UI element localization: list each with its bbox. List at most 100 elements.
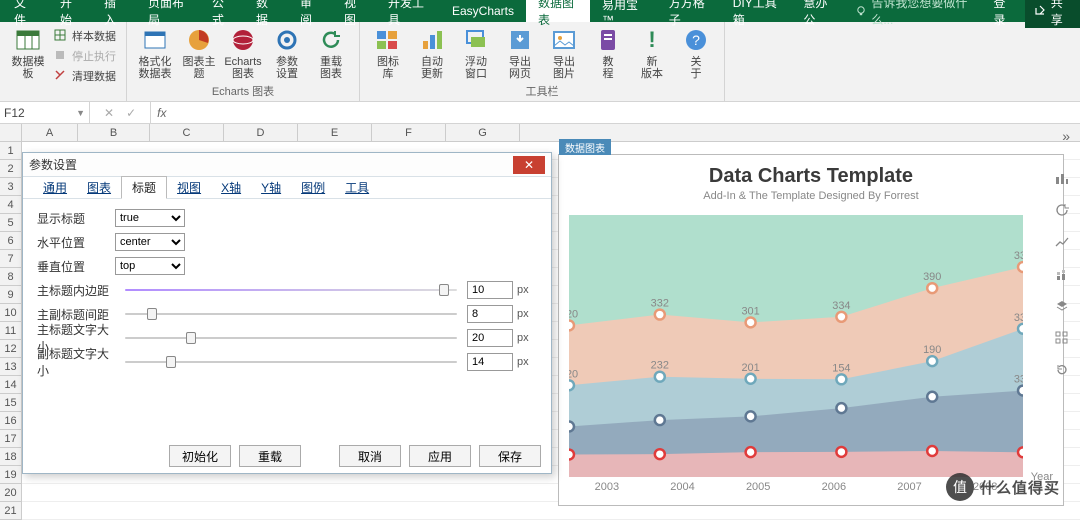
tab-5[interactable]: 数据: [244, 0, 288, 22]
dialog-tab-3[interactable]: 视图: [167, 177, 211, 198]
tab-6[interactable]: 审阅: [288, 0, 332, 22]
stop-exec-button[interactable]: 停止执行: [50, 46, 120, 66]
ribbon-btn-g2-3[interactable]: 参数 设置: [265, 24, 309, 80]
ribbon-btn-g3-2[interactable]: 浮动 窗口: [454, 24, 498, 80]
dialog-tab-1[interactable]: 图表: [77, 177, 121, 198]
show-title-select[interactable]: true: [115, 209, 185, 227]
dialog-btn-0[interactable]: 初始化: [169, 445, 231, 467]
tab-13[interactable]: DIY工具箱: [721, 0, 792, 22]
row-12[interactable]: 12: [0, 340, 21, 358]
tab-8[interactable]: 开发工具: [376, 0, 440, 22]
dialog-tab-0[interactable]: 通用: [33, 177, 77, 198]
tab-10[interactable]: 数据图表: [526, 0, 590, 22]
ribbon-btn-g3-1[interactable]: 自动 更新: [410, 24, 454, 80]
sfs-slider[interactable]: [125, 355, 457, 369]
row-4[interactable]: 4: [0, 196, 21, 214]
dialog-btn-1[interactable]: 重载: [239, 445, 301, 467]
row-1[interactable]: 1: [0, 142, 21, 160]
gap-input[interactable]: [467, 305, 513, 323]
col-G[interactable]: G: [446, 124, 520, 141]
row-2[interactable]: 2: [0, 160, 21, 178]
row-headers[interactable]: 123456789101112131415161718192021: [0, 142, 22, 520]
col-B[interactable]: B: [78, 124, 150, 141]
ribbon-btn-g2-2[interactable]: Echarts 图表: [221, 24, 265, 80]
dialog-tab-7[interactable]: 工具: [335, 177, 379, 198]
column-headers[interactable]: ABCDEFG: [22, 124, 1080, 142]
gap-slider[interactable]: [125, 307, 457, 321]
dialog-tab-4[interactable]: X轴: [211, 177, 251, 198]
col-C[interactable]: C: [150, 124, 224, 141]
ribbon-btn-g3-0[interactable]: 图标 库: [366, 24, 410, 80]
close-button[interactable]: ✕: [513, 156, 545, 174]
tab-7[interactable]: 视图: [332, 0, 376, 22]
row-7[interactable]: 7: [0, 250, 21, 268]
line-icon[interactable]: [1054, 234, 1070, 250]
ribbon-btn-g3-3[interactable]: 导出 网页: [498, 24, 542, 80]
ribbon-btn-g2-0[interactable]: 格式化 数据表: [133, 24, 177, 80]
row-16[interactable]: 16: [0, 412, 21, 430]
ribbon-btn-g2-4[interactable]: 重载 图表: [309, 24, 353, 80]
row-20[interactable]: 20: [0, 484, 21, 502]
row-18[interactable]: 18: [0, 448, 21, 466]
share-button[interactable]: 共享: [1025, 0, 1080, 28]
row-19[interactable]: 19: [0, 466, 21, 484]
ribbon-btn-g3-6[interactable]: !新 版本: [630, 24, 674, 80]
sfs-input[interactable]: [467, 353, 513, 371]
select-all-corner[interactable]: [0, 124, 22, 142]
ribbon-btn-g3-4[interactable]: 导出 图片: [542, 24, 586, 80]
ribbon-btn-g3-7[interactable]: ?关 于: [674, 24, 718, 80]
row-15[interactable]: 15: [0, 394, 21, 412]
col-A[interactable]: A: [22, 124, 78, 141]
chart-object[interactable]: 数据图表 Data Charts Template Add-In & The T…: [558, 154, 1064, 506]
collapse-ribbon-icon[interactable]: »: [1062, 128, 1070, 144]
col-E[interactable]: E: [298, 124, 372, 141]
row-17[interactable]: 17: [0, 430, 21, 448]
chart-object-tab[interactable]: 数据图表: [559, 139, 611, 155]
layers-icon[interactable]: [1054, 298, 1070, 314]
stacked-icon[interactable]: [1054, 266, 1070, 282]
sample-data-button[interactable]: 样本数据: [50, 26, 120, 46]
cancel-icon[interactable]: ✕: [104, 106, 114, 120]
restore-icon[interactable]: [1054, 362, 1070, 378]
data-template-button[interactable]: 数据模 板: [6, 24, 50, 80]
dialog-btn-4[interactable]: 保存: [479, 445, 541, 467]
login-link[interactable]: 登录: [984, 0, 1025, 28]
pad-input[interactable]: [467, 281, 513, 299]
dialog-btn-2[interactable]: 取消: [339, 445, 401, 467]
tab-14[interactable]: 慧办公: [791, 0, 845, 22]
row-13[interactable]: 13: [0, 358, 21, 376]
tfs-input[interactable]: [467, 329, 513, 347]
dialog-titlebar[interactable]: 参数设置 ✕: [23, 153, 551, 177]
refresh-icon[interactable]: [1054, 202, 1070, 218]
tab-3[interactable]: 页面布局: [136, 0, 200, 22]
tab-12[interactable]: 方方格子: [657, 0, 721, 22]
row-6[interactable]: 6: [0, 232, 21, 250]
pad-slider[interactable]: [125, 283, 457, 297]
dialog-tab-2[interactable]: 标题: [121, 176, 167, 199]
ribbon-btn-g2-1[interactable]: 图表主 题: [177, 24, 221, 80]
fx-label[interactable]: fx: [151, 102, 172, 123]
ribbon-btn-g3-5[interactable]: 教 程: [586, 24, 630, 80]
row-11[interactable]: 11: [0, 322, 21, 340]
col-F[interactable]: F: [372, 124, 446, 141]
row-10[interactable]: 10: [0, 304, 21, 322]
tell-me[interactable]: 告诉我您想要做什么...: [845, 0, 983, 28]
row-5[interactable]: 5: [0, 214, 21, 232]
row-3[interactable]: 3: [0, 178, 21, 196]
clear-data-button[interactable]: 清理数据: [50, 66, 120, 86]
enter-icon[interactable]: ✓: [126, 106, 136, 120]
tab-4[interactable]: 公式: [200, 0, 244, 22]
row-9[interactable]: 9: [0, 286, 21, 304]
name-box[interactable]: F12 ▼: [0, 102, 90, 123]
bar-icon[interactable]: [1054, 170, 1070, 186]
row-21[interactable]: 21: [0, 502, 21, 520]
tab-0[interactable]: 文件: [0, 0, 48, 22]
dialog-tab-5[interactable]: Y轴: [251, 177, 291, 198]
tab-1[interactable]: 开始: [48, 0, 92, 22]
tab-2[interactable]: 插入: [92, 0, 136, 22]
dialog-tab-6[interactable]: 图例: [291, 177, 335, 198]
grid-icon[interactable]: [1054, 330, 1070, 346]
col-D[interactable]: D: [224, 124, 298, 141]
dialog-btn-3[interactable]: 应用: [409, 445, 471, 467]
row-8[interactable]: 8: [0, 268, 21, 286]
